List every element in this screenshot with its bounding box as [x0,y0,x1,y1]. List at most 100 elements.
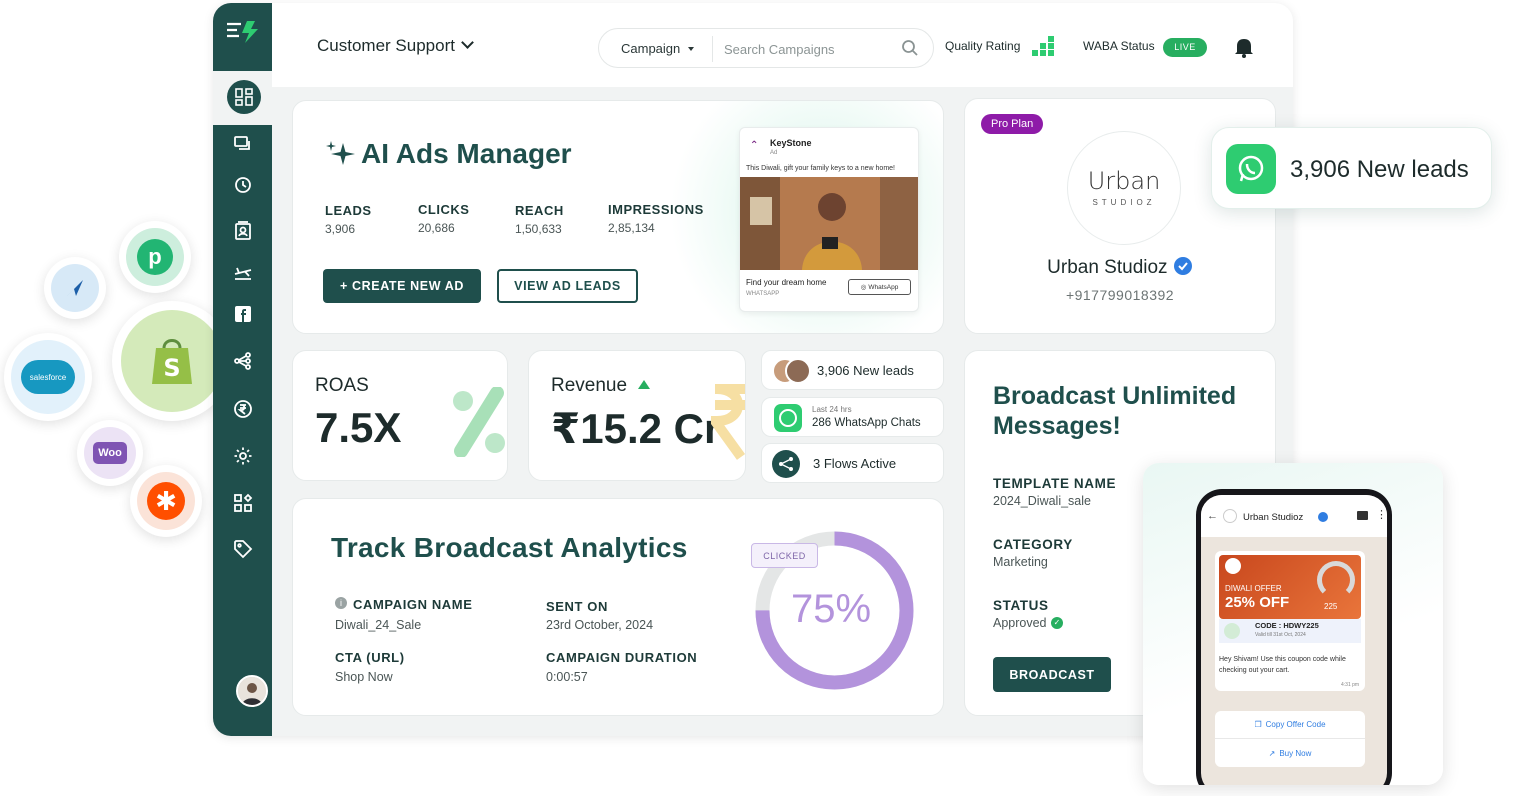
coupon-validity: Valid till 31st Oct, 2024 [1255,632,1306,638]
whatsapp-cta-label: WhatsApp [868,283,899,291]
coupon-box: CODE : HDWY225 Valid till 31st Oct, 2024 [1219,619,1361,643]
quality-bars-icon [1032,35,1054,57]
bell-icon[interactable] [1234,36,1254,63]
divider [712,36,713,62]
settings-icon[interactable] [231,444,255,468]
copy-offer-code-button[interactable]: ❐ Copy Offer Code [1215,711,1365,739]
sidebar-item-dashboard[interactable] [213,71,272,125]
tag-icon[interactable] [231,537,255,561]
chat-icon[interactable] [231,132,255,156]
apps-icon[interactable] [231,491,255,515]
back-arrow-icon[interactable]: ← [1207,510,1218,522]
metric-value: 1,50,633 [515,222,562,236]
ad-cta-sub: WHATSAPP [746,291,780,297]
rupee-icon [705,381,745,466]
new-leads-pill[interactable]: 3,906 New leads [761,350,944,390]
app-logo-icon[interactable] [225,19,261,45]
store-icon[interactable] [1357,511,1368,520]
create-new-ad-button[interactable]: + CREATE NEW AD [323,269,481,303]
avatar[interactable] [236,675,268,707]
waba-status-label: WABA Status [1083,39,1155,53]
coupon-icon [1224,623,1240,639]
field-label: SENT ON [546,599,608,614]
avatar-stack-icon [772,358,812,389]
revenue-label-text: Revenue [551,375,628,396]
contacts-icon[interactable] [231,219,255,243]
logo-main-text: Urban [1087,167,1161,195]
offer-banner: DIWALI OFFER 25% OFF 225 [1219,555,1361,619]
field-label: CTA (URL) [335,650,405,665]
offer-value: 25% OFF [1225,594,1290,611]
offer-badge: 225 [1324,602,1338,611]
chats-period: Last 24 hrs [812,405,852,414]
whatsapp-icon: ◎ [860,284,867,291]
percent-icon [451,386,507,462]
more-menu-icon[interactable]: ⋮ [1376,508,1387,521]
field-label: CAMPAIGN NAME [353,597,473,612]
flows-active-pill[interactable]: 3 Flows Active [761,443,944,483]
check-icon: ✓ [1051,617,1063,629]
sendinblue-icon [44,257,106,319]
chats-text: 286 WhatsApp Chats [812,417,921,429]
search-scope-select[interactable]: Campaign [621,41,680,56]
field-value: Marketing [993,555,1048,569]
campaign-icon[interactable] [231,260,255,284]
sparkle-icon [325,139,357,172]
history-icon[interactable] [231,173,255,197]
business-name: Urban Studioz [965,256,1275,279]
search-icon[interactable] [901,39,919,62]
flows-text: 3 Flows Active [813,456,897,471]
view-ad-leads-button[interactable]: VIEW AD LEADS [497,269,638,303]
broadcast-title: Broadcast Unlimited Messages! [993,382,1237,440]
new-leads-toast-text: 3,906 New leads [1290,156,1469,183]
metric-value: 20,686 [418,221,455,235]
field-value: 2024_Diwali_sale [993,494,1091,508]
top-header: Customer Support Campaign Quality Rating… [272,3,1293,87]
field-value: 0:00:57 [546,670,588,684]
facebook-icon[interactable] [231,302,255,326]
business-name-label: Urban Studioz [1047,257,1168,278]
field-label: CAMPAIGN DURATION [546,650,698,665]
payments-icon[interactable] [231,397,255,421]
caret-down-icon [688,47,694,51]
chevron-down-icon [461,36,474,49]
svg-text:S: S [163,354,180,382]
whatsapp-chats-pill[interactable]: Last 24 hrs 286 WhatsApp Chats [761,397,944,437]
search-input[interactable] [724,38,894,60]
field-label: STATUS [993,598,1049,613]
copy-offer-code-label: Copy Offer Code [1265,720,1326,729]
field-value: Diwali_24_Sale [335,618,422,632]
ad-cta-text: Find your dream home [746,278,827,287]
workspace-selector[interactable]: Customer Support [317,36,474,56]
broadcast-analytics-card: Track Broadcast Analytics i CAMPAIGN NAM… [292,498,944,716]
buy-now-button[interactable]: ↗ Buy Now [1215,739,1365,767]
headphones-icon [1317,561,1355,599]
chat-contact-name: Urban Studioz [1243,512,1304,523]
phone-screen: ← Urban Studioz ⋮ DIWALI OFFER 25% OFF 2… [1196,489,1392,785]
offer-message: DIWALI OFFER 25% OFF 225 CODE : HDWY225 … [1215,551,1365,691]
new-leads-text: 3,906 New leads [817,363,914,378]
flows-icon[interactable] [231,349,255,373]
roas-label: ROAS [315,375,369,396]
coupon-code: CODE : HDWY225 [1255,621,1319,630]
whatsapp-cta-button[interactable]: ◎ WhatsApp [848,279,911,295]
broadcast-button[interactable]: BROADCAST [993,657,1111,692]
whatsapp-icon [1226,144,1276,194]
field-label: TEMPLATE NAME [993,476,1117,491]
buy-now-label: Buy Now [1279,748,1312,758]
ad-preview[interactable]: ⌃ KeyStone Ad This Diwali, gift your fam… [739,127,919,312]
search-bar: Campaign [598,28,934,68]
zapier-icon: ✱ [130,465,202,537]
phone-mockup: ← Urban Studioz ⋮ DIWALI OFFER 25% OFF 2… [1143,463,1443,785]
plan-badge: Pro Plan [981,114,1044,134]
copy-icon: ❐ [1254,720,1262,729]
business-phone: +917799018392 [1065,287,1175,303]
field-value: 23rd October, 2024 [546,618,654,632]
salesforce-icon: salesforce [4,333,92,421]
ad-brand-sub: Ad [770,150,778,156]
whatsapp-icon [774,404,802,436]
ai-ads-card: AI Ads Manager LEADS 3,906 CLICKS 20,686… [292,100,944,334]
metric-value: 3,906 [325,222,356,236]
revenue-value: ₹15.2 Cr [551,405,721,452]
ads-title: AI Ads Manager [361,138,572,169]
